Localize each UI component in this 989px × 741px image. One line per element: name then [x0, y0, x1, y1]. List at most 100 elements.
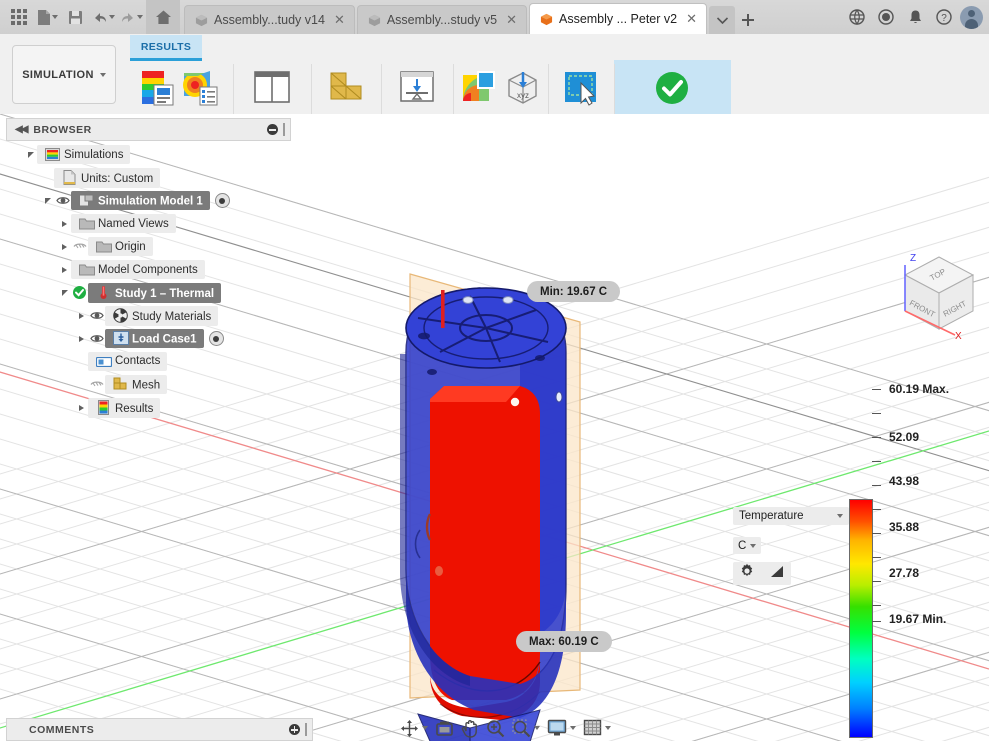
comments-panel-header[interactable]: COMMENTS — [6, 718, 313, 741]
tree-twisty-closed-icon[interactable] — [75, 404, 88, 411]
tree-item-row[interactable]: Mesh — [105, 374, 168, 395]
finish-check-icon[interactable] — [652, 69, 692, 114]
tree-item-row[interactable]: Load Case1 — [105, 328, 204, 349]
tree-item-named-views[interactable]: Named Views — [6, 212, 289, 235]
result-contour-icon[interactable] — [181, 69, 219, 114]
tree-twisty-open-icon[interactable] — [41, 197, 54, 204]
chevron-down-icon[interactable] — [108, 15, 115, 19]
tab-results[interactable]: RESULTS — [130, 35, 202, 61]
chevron-down-icon[interactable] — [422, 726, 428, 730]
legend-shape-icon[interactable] — [768, 564, 785, 584]
close-icon[interactable]: ✕ — [334, 12, 345, 28]
tab-overflow-chevron-icon[interactable] — [709, 6, 735, 34]
display-settings-icon[interactable] — [545, 717, 578, 739]
tree-item-radio[interactable] — [214, 193, 230, 208]
chevron-down-icon[interactable] — [136, 15, 143, 19]
tree-item-row[interactable]: Named Views — [71, 214, 176, 233]
zoom-window-icon[interactable] — [510, 717, 542, 739]
close-icon[interactable]: ✕ — [506, 12, 517, 28]
workspace-switcher[interactable]: SIMULATION — [12, 45, 116, 104]
tree-item-row[interactable]: Simulation Model 1 — [71, 190, 210, 211]
inspect-xyz-icon[interactable]: xyz — [503, 69, 541, 114]
undo-icon[interactable] — [90, 4, 116, 30]
tree-item-simulations[interactable]: Simulations — [6, 143, 289, 166]
chevron-down-icon[interactable] — [750, 543, 757, 548]
visibility-eye-off-icon[interactable] — [88, 379, 105, 390]
tree-item-row[interactable]: Simulations — [37, 145, 131, 164]
callout-min[interactable]: Min: 19.67 C — [527, 281, 621, 302]
minus-circle-icon[interactable] — [267, 124, 278, 135]
comments-resize-handle[interactable] — [305, 723, 307, 736]
legend-result-type-dropdown[interactable]: Temperature — [733, 507, 849, 525]
zoom-in-icon[interactable] — [484, 717, 507, 739]
tree-twisty-closed-icon[interactable] — [75, 312, 88, 319]
display-mesh-icon[interactable] — [325, 69, 367, 114]
new-document-icon[interactable] — [34, 4, 60, 30]
tree-twisty-closed-icon[interactable] — [75, 335, 88, 342]
visibility-eye-icon[interactable] — [54, 195, 71, 206]
tree-item-simulation-model-1[interactable]: Simulation Model 1 — [6, 189, 289, 212]
visibility-eye-icon[interactable] — [88, 310, 105, 321]
pan-box-icon[interactable] — [433, 717, 456, 739]
tree-twisty-closed-icon[interactable] — [58, 243, 71, 250]
tree-twisty-open-icon[interactable] — [24, 151, 37, 158]
tree-twisty-closed-icon[interactable] — [58, 220, 71, 227]
grid-snap-icon[interactable] — [581, 717, 613, 739]
redo-icon[interactable] — [118, 4, 144, 30]
inspect-contour-icon[interactable] — [460, 69, 498, 114]
tree-item-row[interactable]: Study 1 – Thermal — [88, 282, 222, 303]
chevron-down-icon[interactable] — [837, 514, 843, 518]
tree-item-mesh[interactable]: Mesh — [6, 373, 289, 396]
tree-item-row[interactable]: Origin — [88, 237, 153, 256]
document-tab-3-active[interactable]: Assembly ... Peter v2 ✕ — [528, 3, 707, 34]
tree-item-load-case1[interactable]: Load Case1 — [6, 327, 289, 350]
tree-item-row[interactable]: Results — [88, 397, 161, 418]
double-arrow-left-icon[interactable]: ◀◀ — [15, 124, 28, 135]
select-cursor-icon[interactable] — [561, 69, 601, 114]
tree-item-row[interactable]: Model Components — [71, 260, 205, 279]
grid-apps-icon[interactable] — [6, 4, 32, 30]
tree-item-radio[interactable] — [208, 331, 224, 346]
tree-item-results[interactable]: Results — [6, 396, 289, 419]
document-tab-2[interactable]: Assembly...study v5 ✕ — [356, 5, 527, 34]
tree-item-contacts[interactable]: Contacts — [6, 350, 289, 373]
tree-item-study-materials[interactable]: Study Materials — [6, 304, 289, 327]
chevron-down-icon[interactable] — [99, 72, 106, 77]
recent-icon[interactable] — [873, 4, 899, 30]
browser-resize-handle[interactable] — [283, 123, 285, 136]
tree-item-model-components[interactable]: Model Components — [6, 258, 289, 281]
tree-item-origin[interactable]: Origin — [6, 235, 289, 258]
tree-item-units-custom[interactable]: Units: Custom — [6, 166, 289, 189]
tree-twisty-closed-icon[interactable] — [58, 266, 71, 273]
legend-unit-dropdown[interactable]: C — [733, 537, 762, 554]
tree-item-row[interactable]: Units: Custom — [54, 167, 161, 188]
new-tab-plus-icon[interactable] — [735, 6, 761, 34]
tree-item-study-1-thermal[interactable]: Study 1 – Thermal — [6, 281, 289, 304]
close-icon[interactable]: ✕ — [686, 11, 697, 27]
color-legend-bar[interactable] — [849, 499, 873, 738]
callout-max[interactable]: Max: 60.19 C — [516, 631, 612, 652]
hand-pan-icon[interactable] — [459, 717, 481, 739]
visibility-eye-icon[interactable] — [88, 333, 105, 344]
manage-load-icon[interactable] — [396, 69, 438, 114]
help-icon[interactable]: ? — [931, 4, 957, 30]
document-tab-1[interactable]: Assembly...tudy v14 ✕ — [184, 5, 355, 34]
chevron-down-icon[interactable] — [534, 726, 540, 730]
compare-split-icon[interactable] — [250, 69, 294, 114]
gear-icon[interactable] — [739, 563, 755, 584]
tree-item-row[interactable]: Contacts — [88, 351, 168, 372]
tree-item-row[interactable]: Study Materials — [105, 305, 219, 326]
chevron-down-icon[interactable] — [605, 726, 611, 730]
plus-circle-icon[interactable] — [289, 724, 300, 735]
tree-twisty-open-icon[interactable] — [58, 289, 71, 296]
save-icon[interactable] — [62, 4, 88, 30]
result-legend-icon[interactable] — [140, 69, 176, 114]
chevron-down-icon[interactable] — [51, 15, 58, 19]
avatar[interactable] — [960, 5, 983, 29]
orbit-icon[interactable] — [398, 717, 430, 739]
visibility-eye-off-icon[interactable] — [71, 241, 88, 252]
view-cube[interactable]: TOP FRONT RIGHT Z X — [893, 245, 985, 341]
chevron-down-icon[interactable] — [570, 726, 576, 730]
bell-icon[interactable] — [902, 4, 928, 30]
home-icon[interactable] — [146, 0, 180, 34]
